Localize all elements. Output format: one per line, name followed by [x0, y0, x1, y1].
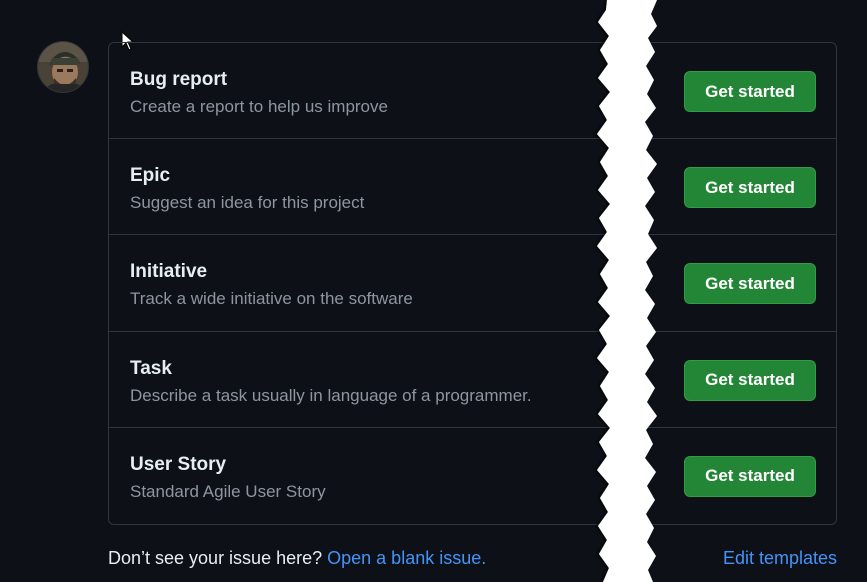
template-name: User Story	[130, 453, 227, 475]
get-started-button[interactable]: Get started	[684, 359, 816, 401]
template-row-bug-report: Bug report Create a report to help us im…	[109, 43, 836, 140]
template-description: Track a wide initiative on the software	[130, 289, 413, 309]
template-description: Describe a task usually in language of a…	[130, 385, 532, 405]
issue-template-chooser: Bug report Create a report to help us im…	[0, 0, 867, 582]
template-name: Initiative	[130, 261, 208, 283]
open-blank-issue-link[interactable]: Open a blank issue.	[327, 548, 486, 568]
get-started-button[interactable]: Get started	[684, 71, 816, 112]
template-row-initiative: Initiative Track a wide initiative on th…	[109, 235, 836, 332]
template-name: Task	[130, 357, 172, 379]
template-description: Create a report to help us improve	[130, 97, 388, 116]
footer-prompt-line: Don’t see your issue here? Open a blank …	[108, 548, 486, 569]
template-name: Bug report	[130, 69, 228, 90]
avatar[interactable]	[37, 41, 89, 93]
template-row-task: Task Describe a task usually in language…	[109, 332, 836, 428]
get-started-button[interactable]: Get started	[684, 263, 816, 305]
get-started-button[interactable]: Get started	[684, 167, 816, 209]
template-description: Suggest an idea for this project	[130, 193, 365, 213]
edit-templates-link[interactable]: Edit templates	[723, 548, 837, 569]
avatar-image	[38, 42, 88, 92]
template-row-epic: Epic Suggest an idea for this project Ge…	[109, 139, 836, 236]
get-started-button[interactable]: Get started	[684, 455, 816, 497]
template-description: Standard Agile User Story	[130, 481, 326, 501]
template-name: Epic	[130, 165, 171, 187]
template-row-user-story: User Story Standard Agile User Story Get…	[109, 428, 836, 524]
template-list: Bug report Create a report to help us im…	[108, 42, 837, 525]
template-footer: Don’t see your issue here? Open a blank …	[108, 548, 837, 572]
footer-prompt: Don’t see your issue here?	[108, 548, 323, 568]
